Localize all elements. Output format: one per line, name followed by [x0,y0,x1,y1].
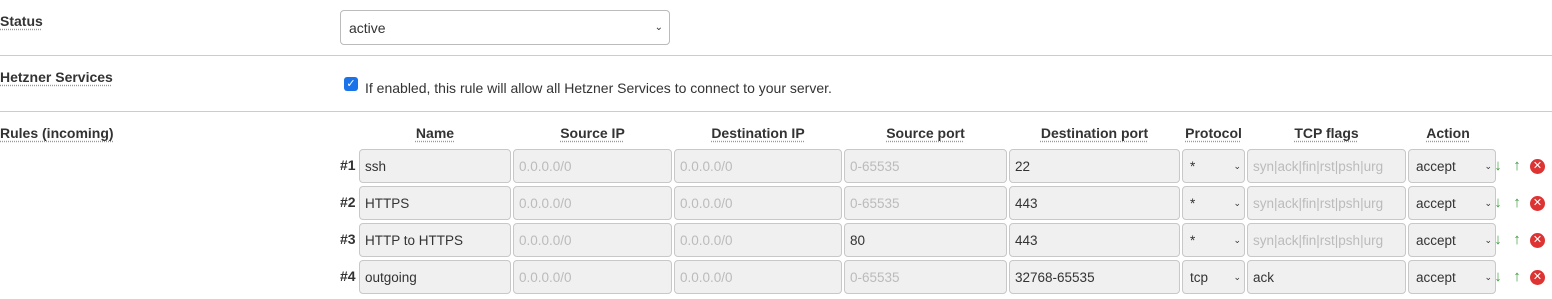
protocol-value: tcp [1190,269,1209,285]
column-header-source-port: Source port [886,125,965,141]
arrow-up-icon[interactable]: ↑ [1510,194,1524,212]
delete-icon[interactable]: ✕ [1530,270,1545,285]
column-header-source-ip: Source IP [560,125,625,141]
rules-label: Rules (incoming) [0,125,114,141]
column-header-destination-port: Destination port [1040,125,1149,141]
protocol-value: * [1190,158,1196,174]
action-value: accept [1416,232,1456,248]
tcp-flags-input[interactable]: syn|ack|fin|rst|psh|urg [1247,223,1406,257]
delete-icon[interactable]: ✕ [1530,233,1545,248]
rule-name-input[interactable]: HTTPS [359,186,511,220]
status-select[interactable]: active ⌄ [340,10,670,45]
table-row: #4 outgoing 0.0.0.0/0 0.0.0.0/0 0-65535 32768… [0,260,1552,296]
delete-icon[interactable]: ✕ [1530,196,1545,211]
status-label: Status [0,13,43,29]
source-port-input[interactable]: 0-65535 [844,260,1007,294]
column-header-action: Action [1426,125,1470,141]
chevron-down-icon: ⌄ [1233,161,1241,171]
tcp-flags-input[interactable]: syn|ack|fin|rst|psh|urg [1247,149,1406,183]
chevron-down-icon: ⌄ [1233,235,1241,245]
protocol-select[interactable]: * ⌄ [1182,186,1245,220]
protocol-select[interactable]: * ⌄ [1182,149,1245,183]
hetzner-services-checkbox[interactable]: ✓ [344,77,358,91]
protocol-value: * [1190,232,1196,248]
hetzner-services-label: Hetzner Services [0,69,113,85]
destination-port-input[interactable]: 32768-65535 [1009,260,1180,294]
arrow-up-icon[interactable]: ↑ [1510,231,1524,249]
arrow-down-icon[interactable]: ↓ [1491,157,1505,175]
column-header-name: Name [415,125,455,141]
source-ip-input[interactable]: 0.0.0.0/0 [513,223,672,257]
chevron-down-icon: ⌄ [654,22,663,33]
arrow-up-icon[interactable]: ↑ [1510,157,1524,175]
source-ip-input[interactable]: 0.0.0.0/0 [513,149,672,183]
tcp-flags-input[interactable]: ack [1247,260,1406,294]
source-port-input[interactable]: 80 [844,223,1007,257]
arrow-down-icon[interactable]: ↓ [1491,268,1505,286]
chevron-down-icon: ⌄ [1233,272,1241,282]
source-port-input[interactable]: 0-65535 [844,149,1007,183]
protocol-select[interactable]: * ⌄ [1182,223,1245,257]
rule-number: #3 [340,231,356,247]
source-port-input[interactable]: 0-65535 [844,186,1007,220]
tcp-flags-input[interactable]: syn|ack|fin|rst|psh|urg [1247,186,1406,220]
table-row: #1 ssh 0.0.0.0/0 0.0.0.0/0 0-65535 22 syn|ack|… [0,149,1552,185]
column-header-destination-ip: Destination IP [711,125,805,141]
action-value: accept [1416,269,1456,285]
destination-port-input[interactable]: 22 [1009,149,1180,183]
source-ip-input[interactable]: 0.0.0.0/0 [513,260,672,294]
divider [0,55,1552,56]
table-row: #2 HTTPS 0.0.0.0/0 0.0.0.0/0 0-65535 443 syn|a… [0,186,1552,222]
column-header-protocol: Protocol [1185,125,1242,141]
hetzner-services-description: If enabled, this rule will allow all Het… [365,80,832,96]
rule-number: #4 [340,268,356,284]
delete-icon[interactable]: ✕ [1530,159,1545,174]
status-value: active [349,19,386,36]
chevron-down-icon: ⌄ [1233,198,1241,208]
action-value: accept [1416,195,1456,211]
destination-port-input[interactable]: 443 [1009,223,1180,257]
protocol-value: * [1190,195,1196,211]
destination-port-input[interactable]: 443 [1009,186,1180,220]
destination-ip-input[interactable]: 0.0.0.0/0 [674,260,842,294]
arrow-down-icon[interactable]: ↓ [1491,231,1505,249]
table-row: #3 HTTP to HTTPS 0.0.0.0/0 0.0.0.0/0 80 443 sy… [0,223,1552,259]
destination-ip-input[interactable]: 0.0.0.0/0 [674,223,842,257]
divider [0,111,1552,112]
rule-number: #2 [340,194,356,210]
rule-name-input[interactable]: HTTP to HTTPS [359,223,511,257]
destination-ip-input[interactable]: 0.0.0.0/0 [674,149,842,183]
rule-name-input[interactable]: outgoing [359,260,511,294]
action-select[interactable]: accept ⌄ [1408,149,1496,183]
action-select[interactable]: accept ⌄ [1408,260,1496,294]
action-select[interactable]: accept ⌄ [1408,186,1496,220]
protocol-select[interactable]: tcp ⌄ [1182,260,1245,294]
action-value: accept [1416,158,1456,174]
arrow-up-icon[interactable]: ↑ [1510,268,1524,286]
destination-ip-input[interactable]: 0.0.0.0/0 [674,186,842,220]
rule-name-input[interactable]: ssh [359,149,511,183]
arrow-down-icon[interactable]: ↓ [1491,194,1505,212]
column-header-tcp-flags: TCP flags [1294,125,1359,141]
source-ip-input[interactable]: 0.0.0.0/0 [513,186,672,220]
rule-number: #1 [340,157,356,173]
action-select[interactable]: accept ⌄ [1408,223,1496,257]
